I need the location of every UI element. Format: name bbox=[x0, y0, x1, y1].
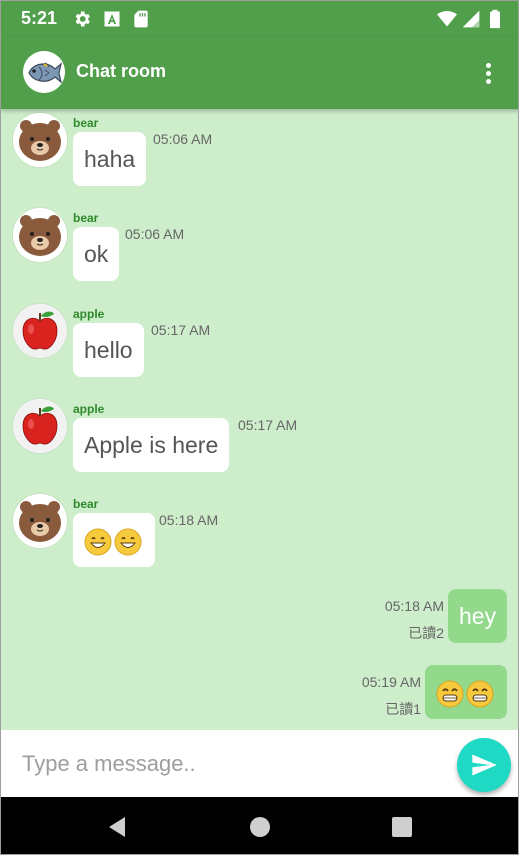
status-bar: 5:21 bbox=[1, 1, 518, 37]
page-title: Chat room bbox=[76, 61, 166, 81]
sender-name: apple bbox=[73, 307, 105, 321]
sender-name: bear bbox=[73, 116, 99, 130]
grinning-face-emoji bbox=[114, 528, 142, 556]
home-icon[interactable] bbox=[248, 815, 272, 839]
chat-messages[interactable]: bear haha 05:06 AM bear ok 05:06 AM appl… bbox=[1, 109, 518, 730]
beaming-face-emoji bbox=[466, 680, 494, 708]
message-bubble[interactable]: hey bbox=[448, 589, 508, 643]
status-time: 5:21 bbox=[21, 8, 58, 28]
navigation-bar bbox=[1, 797, 518, 854]
a-box-icon bbox=[102, 9, 122, 29]
recents-icon[interactable] bbox=[390, 815, 414, 839]
message-bubble[interactable]: ok bbox=[73, 227, 120, 281]
message-bubble[interactable] bbox=[425, 665, 507, 719]
message-composer bbox=[1, 730, 518, 797]
message-bubble[interactable]: hello bbox=[73, 323, 144, 377]
back-icon[interactable] bbox=[105, 815, 129, 839]
bear-avatar[interactable] bbox=[13, 494, 67, 548]
sender-name: bear bbox=[73, 497, 99, 511]
send-icon bbox=[472, 754, 497, 776]
beaming-face-emoji bbox=[436, 680, 464, 708]
message-input[interactable] bbox=[1, 730, 451, 797]
read-receipt: 已讀2 bbox=[408, 625, 444, 641]
read-receipt: 已讀1 bbox=[385, 701, 421, 717]
message-time: 05:17 AM bbox=[151, 322, 211, 338]
grinning-face-emoji bbox=[84, 528, 112, 556]
menu-dot bbox=[485, 78, 491, 84]
signal-icon bbox=[461, 9, 481, 29]
message-bubble[interactable]: haha bbox=[73, 132, 147, 186]
sd-card-icon bbox=[131, 9, 151, 29]
message-time: 05:17 AM bbox=[238, 417, 298, 433]
gear-icon bbox=[72, 9, 92, 29]
fish-avatar[interactable] bbox=[23, 51, 65, 93]
app-bar: Chat room bbox=[1, 37, 518, 109]
bear-avatar[interactable] bbox=[13, 113, 67, 167]
message-time: 05:18 AM bbox=[159, 512, 219, 528]
phone-screen: 5:21 Chat room bear haha 05:06 AM bear o… bbox=[0, 0, 519, 855]
menu-dot bbox=[485, 70, 491, 76]
message-time: 05:06 AM bbox=[153, 131, 213, 147]
more-vert-icon[interactable] bbox=[477, 58, 499, 88]
battery-icon bbox=[485, 9, 505, 29]
message-bubble[interactable]: Apple is here bbox=[73, 418, 230, 472]
message-bubble[interactable] bbox=[73, 513, 155, 567]
message-time: 05:06 AM bbox=[125, 226, 185, 242]
apple-avatar[interactable] bbox=[13, 304, 67, 358]
apple-avatar[interactable] bbox=[13, 399, 67, 453]
bear-avatar[interactable] bbox=[13, 208, 67, 262]
send-button[interactable] bbox=[457, 738, 511, 792]
sender-name: apple bbox=[73, 402, 105, 416]
message-time: 05:18 AM bbox=[384, 598, 444, 614]
sender-name: bear bbox=[73, 211, 99, 225]
message-time: 05:19 AM bbox=[361, 674, 421, 690]
wifi-icon bbox=[437, 9, 457, 29]
menu-dot bbox=[485, 62, 491, 68]
